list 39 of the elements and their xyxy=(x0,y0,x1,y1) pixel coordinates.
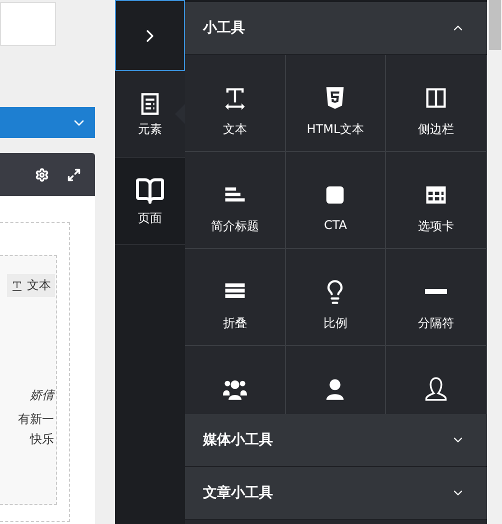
section-title: 媒体小工具 xyxy=(203,431,273,449)
widget-label: 侧边栏 xyxy=(418,121,454,138)
widget-tile[interactable]: HTML文本 xyxy=(286,55,386,152)
section-header[interactable]: 小工具 xyxy=(185,2,487,55)
widget-tile[interactable]: CTA xyxy=(286,152,386,249)
book-icon xyxy=(135,176,165,206)
minus-icon xyxy=(425,289,448,294)
editor-text: 有新一 xyxy=(17,411,55,428)
widget-label: CTA xyxy=(324,218,347,232)
section-title: 小工具 xyxy=(203,19,245,37)
editor-text: 快乐 xyxy=(28,431,55,448)
section-header[interactable]: 文章小工具 xyxy=(185,467,487,520)
widget-label: 比例 xyxy=(323,315,348,332)
section-title: 文章小工具 xyxy=(203,484,273,502)
widget-tile[interactable]: 选项卡 xyxy=(386,152,487,249)
widget-tile[interactable]: 折叠 xyxy=(185,249,286,346)
section-header[interactable]: 媒体小工具 xyxy=(185,414,487,467)
widget-label: 简介标题 xyxy=(210,218,259,235)
tag-label: 文本 xyxy=(27,277,51,294)
widget-label: HTML文本 xyxy=(306,121,364,138)
user-outline-icon xyxy=(423,376,450,402)
sidebar-label: 元素 xyxy=(138,120,162,138)
sidebar-label: 页面 xyxy=(138,210,162,226)
collapse-toggle[interactable] xyxy=(115,0,185,71)
editor-text: 娇倩 xyxy=(29,387,56,404)
widget-label: 文本 xyxy=(222,121,247,138)
widget-label: 折叠 xyxy=(222,315,247,332)
widget-label: 分隔符 xyxy=(418,315,454,332)
sidebar-item[interactable]: 元素 xyxy=(115,71,185,158)
text-icon xyxy=(11,280,23,292)
widget-tile[interactable]: 简介标题 xyxy=(185,152,286,249)
widget-label: 选项卡 xyxy=(418,218,454,235)
widget-tile[interactable]: 文本 xyxy=(185,55,286,152)
text-field[interactable] xyxy=(0,2,56,46)
expand-icon[interactable] xyxy=(67,168,81,182)
scrollbar-thumb[interactable] xyxy=(488,0,500,50)
text-widget-tag[interactable]: 文本 xyxy=(7,274,55,297)
settings-icon[interactable] xyxy=(35,168,49,182)
widget-tile[interactable]: 比例 xyxy=(286,249,386,346)
